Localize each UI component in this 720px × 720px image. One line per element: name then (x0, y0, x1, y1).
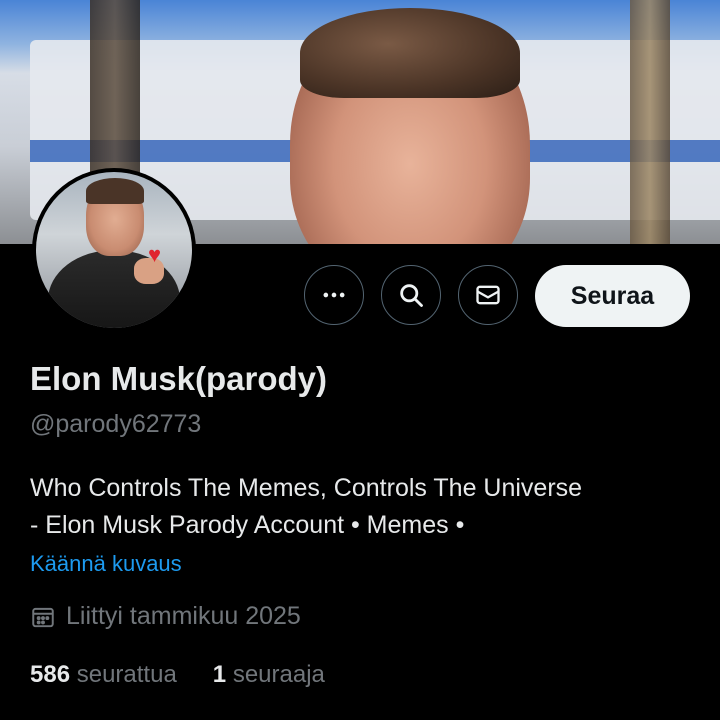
more-button[interactable] (304, 265, 364, 325)
avatar-hair (86, 178, 144, 204)
followers-label: seuraaja (232, 661, 325, 688)
following-label: seurattua (76, 661, 177, 688)
translate-bio-link[interactable]: Käännä kuvaus (30, 551, 182, 577)
profile-bio: Who Controls The Memes, Controls The Uni… (30, 470, 700, 544)
joined-text: Liittyi tammikuu 2025 (66, 602, 301, 630)
search-button[interactable] (381, 265, 441, 325)
following-count: 586 (30, 661, 71, 688)
more-icon (323, 292, 345, 298)
search-icon (400, 284, 423, 307)
banner-pole-right (630, 0, 670, 244)
message-button[interactable] (458, 265, 518, 325)
follow-button[interactable]: Seuraa (535, 265, 690, 327)
profile-handle: @parody62773 (30, 410, 202, 438)
bio-line-1: Who Controls The Memes, Controls The Uni… (30, 474, 583, 502)
followers-stat[interactable]: 1 seuraaja (213, 661, 325, 689)
followers-count: 1 (212, 661, 227, 688)
avatar[interactable]: ♥ (32, 168, 196, 332)
joined-date: Liittyi tammikuu 2025 (30, 602, 301, 631)
profile-name: Elon Musk(parody) (30, 360, 328, 397)
bio-line-2: - Elon Musk Parody Account • Memes • (30, 511, 465, 539)
following-stat[interactable]: 586 seurattua (30, 661, 177, 689)
avatar-photo: ♥ (36, 172, 192, 328)
follow-stats: 586 seurattua 1 seuraaja (30, 661, 325, 689)
heart-icon: ♥ (148, 242, 162, 267)
calendar-icon (32, 607, 54, 627)
envelope-icon (476, 285, 500, 305)
banner-hair (300, 8, 520, 98)
